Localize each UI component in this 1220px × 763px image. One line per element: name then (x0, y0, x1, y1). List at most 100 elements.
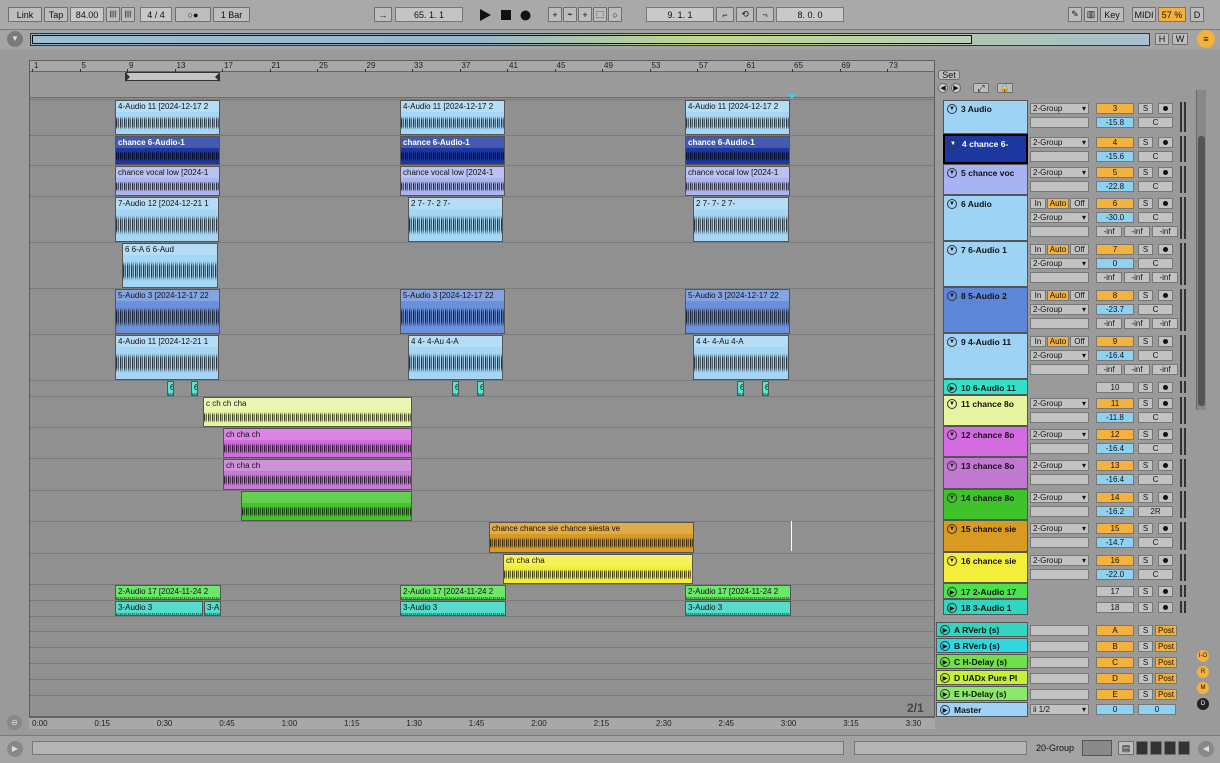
track-fold-icon[interactable]: ▼ (947, 337, 957, 347)
track-header[interactable]: ▼ 6 Audio (943, 195, 1028, 241)
detail-toggle-icon[interactable]: ◀ (1198, 741, 1214, 757)
pan-field[interactable]: C (1138, 212, 1173, 223)
audio-clip[interactable]: 2 7- 7- 2 7- (693, 197, 789, 242)
solo-button[interactable]: S (1138, 429, 1153, 440)
audio-clip[interactable]: chance 6-Audio-1 (685, 136, 790, 165)
view-toggle-icon[interactable]: I-O (1197, 650, 1209, 662)
return-track-header[interactable]: ▶ E H-Delay (s) (936, 686, 1028, 701)
return-lane[interactable] (30, 695, 934, 716)
output-routing-menu[interactable]: 2-Group ▾ (1030, 460, 1089, 471)
return-activator[interactable]: C (1096, 657, 1134, 668)
return-track-header[interactable]: ▶ D UADx Pure Pl (936, 670, 1028, 685)
view-toggle-icon[interactable]: R (1197, 666, 1209, 678)
volume-field[interactable]: -30.0 (1096, 212, 1134, 223)
audio-clip[interactable] (241, 491, 412, 521)
routing-sub-field[interactable] (1030, 569, 1089, 580)
pan-field[interactable]: C (1138, 569, 1173, 580)
track-fold-icon[interactable]: ▼ (947, 461, 957, 471)
arm-button[interactable] (1158, 398, 1173, 409)
arm-button[interactable] (1158, 523, 1173, 534)
send-level-field[interactable]: -inf (1124, 272, 1150, 283)
draw-mode-icon[interactable]: ✎ (1068, 7, 1082, 22)
track-activator[interactable]: 6 (1096, 198, 1134, 209)
track-fold-icon[interactable]: ▼ (947, 556, 957, 566)
return-routing-field[interactable] (1030, 625, 1089, 636)
audio-clip[interactable]: chance 6-Audio-1 (115, 136, 220, 165)
track-fold-icon[interactable]: ▶ (940, 625, 950, 635)
key-map-button[interactable]: Key (1100, 7, 1124, 22)
return-lane[interactable] (30, 616, 934, 631)
routing-sub-field[interactable] (1030, 537, 1089, 548)
track-header[interactable]: ▼ 5 chance voc (943, 164, 1028, 195)
audio-clip[interactable]: 4-Audio 11 [2024-12-17 2 (400, 100, 505, 135)
track-fold-icon[interactable]: ▼ (947, 245, 957, 255)
track-lane[interactable] (30, 490, 934, 521)
return-lane[interactable] (30, 647, 934, 663)
track-header[interactable]: ▼ 14 chance 8o (943, 489, 1028, 520)
solo-button[interactable]: S (1138, 244, 1153, 255)
send-level-field[interactable]: -inf (1096, 226, 1122, 237)
solo-button[interactable]: S (1138, 673, 1153, 684)
arm-button[interactable] (1158, 429, 1173, 440)
track-header[interactable]: ▼ 4 chance 6- (943, 134, 1028, 164)
arm-button[interactable] (1158, 460, 1173, 471)
track-fold-icon[interactable]: ▶ (940, 673, 950, 683)
view-layout-icon-1[interactable] (1136, 741, 1148, 755)
computer-keyboard-icon[interactable]: ▥ (1084, 7, 1098, 22)
track-fold-icon[interactable]: ▼ (947, 199, 957, 209)
output-routing-menu[interactable]: 2-Group ▾ (1030, 523, 1089, 534)
view-toggle-icon[interactable]: D (1197, 698, 1209, 710)
arm-button[interactable] (1158, 336, 1173, 347)
arm-button[interactable] (1158, 492, 1173, 503)
track-activator[interactable]: 5 (1096, 167, 1134, 178)
track-fold-icon[interactable]: ▼ (947, 399, 957, 409)
pan-field[interactable]: C (1138, 151, 1173, 162)
solo-button[interactable]: S (1138, 382, 1153, 393)
return-track-header[interactable]: ▶ B RVerb (s) (936, 638, 1028, 653)
routing-sub-field[interactable] (1030, 474, 1089, 485)
return-routing-field[interactable] (1030, 641, 1089, 652)
view-toggle-icon[interactable]: M (1197, 682, 1209, 694)
solo-button[interactable]: S (1138, 492, 1153, 503)
audio-clip[interactable]: 5-Audio 3 [2024-12-17 22 (115, 289, 220, 334)
play-icon[interactable] (477, 8, 493, 22)
audio-clip[interactable]: 4-Audio 11 [2024-12-21 1 (115, 335, 219, 380)
automation-arm-icon[interactable]: ⌁ (563, 7, 577, 22)
track-header[interactable]: ▶ 17 2-Audio 17 (943, 583, 1028, 599)
output-routing-menu[interactable]: 2-Group ▾ (1030, 492, 1089, 503)
volume-field[interactable]: 0 (1096, 258, 1134, 269)
solo-button[interactable]: S (1138, 198, 1153, 209)
audio-clip[interactable]: 3-Audio 3 (400, 601, 506, 616)
post-button[interactable]: Post (1155, 641, 1177, 652)
lock-icon[interactable]: 🔒 (997, 83, 1013, 93)
routing-sub-field[interactable] (1030, 117, 1089, 128)
track-header[interactable]: ▶ 18 3-Audio 1 (943, 599, 1028, 615)
track-fold-icon[interactable]: ▶ (940, 689, 950, 699)
audio-clip[interactable]: 5-Audio 3 [2024-12-17 22 (400, 289, 505, 334)
track-lane[interactable] (30, 427, 934, 458)
audio-clip[interactable]: 3-Audio 3 (685, 601, 791, 616)
solo-button[interactable]: S (1138, 523, 1153, 534)
solo-button[interactable]: S (1138, 167, 1153, 178)
track-activator[interactable]: 16 (1096, 555, 1134, 566)
input-monitor-auto[interactable]: Auto (1047, 290, 1069, 301)
loop-length-field[interactable]: 8. 0. 0 (776, 7, 844, 22)
output-routing-menu[interactable]: 2-Group ▾ (1030, 350, 1089, 361)
volume-field[interactable]: -15.8 (1096, 117, 1134, 128)
pan-field[interactable]: C (1138, 181, 1173, 192)
return-lane[interactable] (30, 679, 934, 695)
pan-field[interactable]: C (1138, 537, 1173, 548)
locator-prev-icon[interactable]: ◀ (938, 83, 948, 93)
audio-clip[interactable]: 6 (737, 381, 744, 396)
audio-clip[interactable]: 6 (762, 381, 769, 396)
overview-strip[interactable] (30, 33, 1150, 46)
volume-field[interactable]: -16.4 (1096, 474, 1134, 485)
capture-icon[interactable]: ⬚ (593, 7, 607, 22)
solo-button[interactable]: S (1138, 137, 1153, 148)
volume-field[interactable]: -22.0 (1096, 569, 1134, 580)
audio-clip[interactable]: 6 (477, 381, 484, 396)
return-activator[interactable]: E (1096, 689, 1134, 700)
loop-switch-icon[interactable]: ⟲ (736, 7, 754, 22)
arrangement-position-field[interactable]: 65. 1. 1 (395, 7, 463, 22)
pan-field[interactable]: 2R (1138, 506, 1173, 517)
